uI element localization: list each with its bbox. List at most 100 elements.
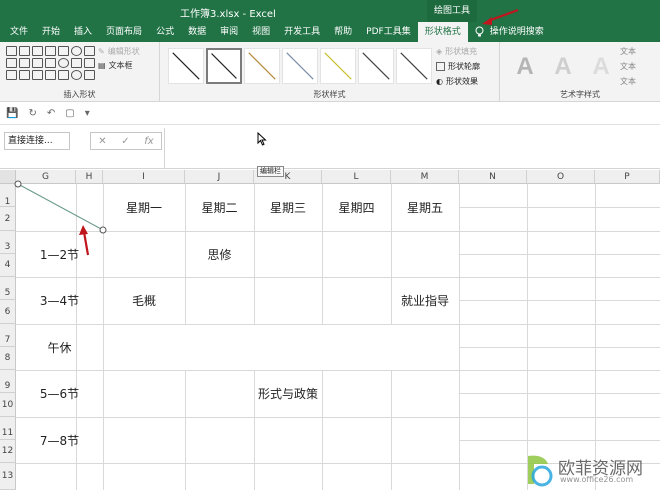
tab-insert[interactable]: 插入 [67,22,99,42]
column-header-l[interactable]: L [322,170,391,184]
tab-formulas[interactable]: 公式 [149,22,181,42]
shape-option[interactable] [6,70,17,80]
shape-option[interactable] [32,58,43,68]
shape-option[interactable] [32,46,43,56]
shape-fill-button[interactable]: ◈ 形状填充 [436,46,477,57]
insert-function-icon[interactable]: fx [144,136,153,147]
wordart-style-3[interactable]: A [584,52,618,82]
row-header-8[interactable]: 8 [0,347,16,370]
column-header-g[interactable]: G [16,170,76,184]
shape-option[interactable] [58,58,69,68]
weekday-cell[interactable]: 星期五 [391,184,459,231]
text-effects-button[interactable]: 文本 [620,76,636,87]
row-header-1[interactable]: 1 [0,184,16,207]
tab-file[interactable]: 文件 [0,22,35,42]
row-header-10[interactable]: 10 [0,393,16,417]
row-header-11[interactable]: 11 [0,417,16,440]
row-header-9[interactable]: 9 [0,370,16,393]
shape-option[interactable] [6,58,17,68]
text-fill-button[interactable]: 文本 [620,46,636,57]
column-header-m[interactable]: M [391,170,459,184]
shape-style-1[interactable] [168,48,204,84]
shape-option[interactable] [45,46,56,56]
cancel-icon[interactable]: ✕ [98,136,106,147]
weekday-cell[interactable]: 星期二 [185,184,254,231]
shape-style-7[interactable] [396,48,432,84]
column-header-j[interactable]: J [185,170,254,184]
period-cell[interactable]: 午休 [16,324,103,370]
column-header-p[interactable]: P [595,170,660,184]
course-cell[interactable]: 形式与政策 [254,370,322,417]
shape-option[interactable] [84,46,95,56]
shapes-gallery[interactable] [6,46,95,80]
shape-option[interactable] [84,58,95,68]
shape-option[interactable] [32,70,43,80]
column-header-h[interactable]: H [76,170,103,184]
shape-style-2[interactable] [206,48,242,84]
shape-option[interactable] [71,46,82,56]
row-header-3[interactable]: 3 [0,231,16,254]
shape-option[interactable] [45,58,56,68]
tab-developer[interactable]: 开发工具 [277,22,327,42]
shape-option[interactable] [84,70,95,80]
period-cell[interactable]: 5—6节 [16,370,103,417]
shape-option[interactable] [19,70,30,80]
tab-data[interactable]: 数据 [181,22,213,42]
tab-review[interactable]: 审阅 [213,22,245,42]
shape-option[interactable] [45,70,56,80]
period-cell[interactable]: 7—8节 [16,417,103,463]
column-header-i[interactable]: I [103,170,185,184]
wordart-style-1[interactable]: A [508,52,542,82]
row-header-12[interactable]: 12 [0,440,16,463]
shape-option[interactable] [58,70,69,80]
undo-icon[interactable]: ↶ [47,108,55,119]
tab-help[interactable]: 帮助 [327,22,359,42]
text-box-button[interactable]: ▤ 文本框 [98,60,133,71]
save-icon[interactable]: 💾 [6,108,18,119]
column-header-n[interactable]: N [459,170,527,184]
column-header-o[interactable]: O [527,170,595,184]
shape-option[interactable] [58,46,69,56]
customize-toolbar-icon[interactable]: ▾ [85,108,90,119]
row-header-5[interactable]: 5 [0,277,16,300]
edit-shape-button[interactable]: ✎ 编辑形状 [98,46,140,57]
lunch-merged-cell[interactable] [104,325,459,370]
shape-style-5[interactable] [320,48,356,84]
course-cell[interactable]: 就业指导 [391,277,459,324]
shape-option[interactable] [71,70,82,80]
shape-style-4[interactable] [282,48,318,84]
tab-pdf-tools[interactable]: PDF工具集 [359,22,418,42]
wordart-style-2[interactable]: A [546,52,580,82]
print-preview-icon[interactable]: ▢ [65,108,74,119]
tab-shape-format[interactable]: 形状格式 [417,22,468,42]
weekday-cell[interactable]: 星期四 [322,184,391,231]
shape-style-3[interactable] [244,48,280,84]
row-header-2[interactable]: 2 [0,207,16,231]
tab-view[interactable]: 视图 [245,22,277,42]
row-header-6[interactable]: 6 [0,300,16,324]
course-cell[interactable]: 毛概 [103,277,185,324]
period-cell[interactable]: 3—4节 [16,277,103,324]
redo-icon[interactable]: ↻ [28,108,36,119]
tab-home[interactable]: 开始 [35,22,67,42]
name-box[interactable]: 直接连接... [4,132,70,150]
shape-option[interactable] [71,58,82,68]
shape-option[interactable] [19,58,30,68]
row-header-7[interactable]: 7 [0,324,16,347]
shape-option[interactable] [19,46,30,56]
tab-page-layout[interactable]: 页面布局 [99,22,149,42]
shape-effects-button[interactable]: ◐ 形状效果 [436,76,478,87]
row-header-4[interactable]: 4 [0,254,16,277]
shape-outline-button[interactable]: 形状轮廓 [436,61,480,72]
text-outline-button[interactable]: 文本 [620,61,636,72]
select-all-corner[interactable] [0,170,16,184]
weekday-cell[interactable]: 星期一 [103,184,185,231]
worksheet-grid[interactable]: G H I J K L M N O P 1 2 3 4 5 6 7 8 9 10… [0,8,660,490]
period-cell[interactable]: 1—2节 [16,231,103,277]
row-header-13[interactable]: 13 [0,463,16,490]
weekday-cell[interactable]: 星期三 [254,184,322,231]
course-cell[interactable]: 思修 [185,231,254,277]
shape-style-6[interactable] [358,48,394,84]
enter-icon[interactable]: ✓ [121,136,129,147]
shape-option[interactable] [6,46,17,56]
